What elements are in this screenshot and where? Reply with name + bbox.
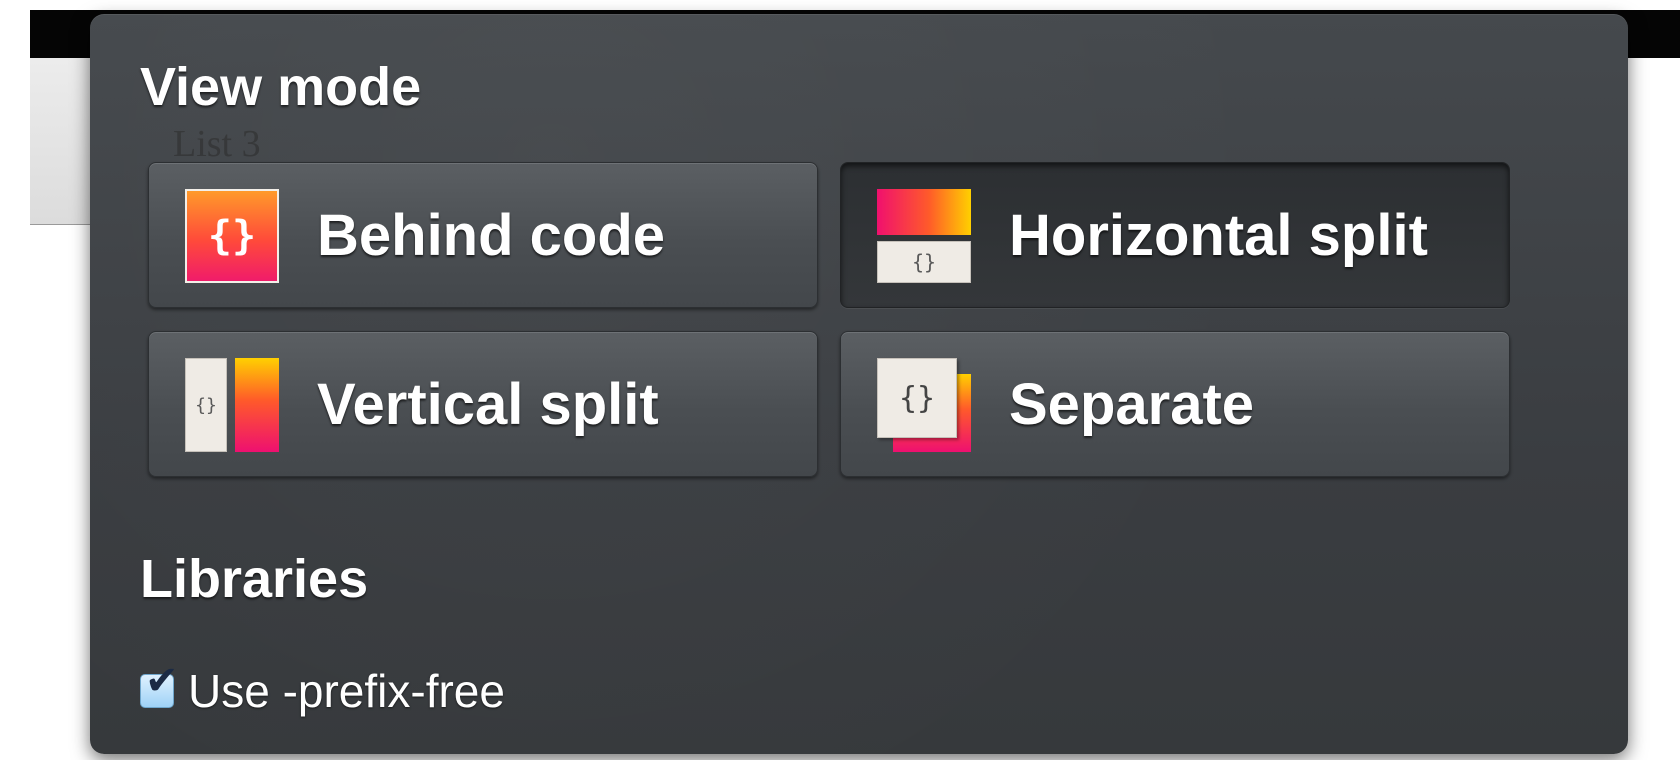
screen: List 3 View mode {} Behind code {} Horiz…	[0, 0, 1680, 760]
horizontal-split-label: Horizontal split	[1009, 203, 1428, 268]
result-pane-shape	[235, 358, 279, 452]
prefix-free-option: ✔ Use -prefix-free	[140, 661, 505, 720]
separate-label: Separate	[1009, 372, 1255, 437]
vertical-split-icon: {}	[185, 358, 279, 452]
background-list-item: List 3	[173, 123, 261, 165]
prefix-free-checkbox[interactable]: ✔	[140, 661, 179, 708]
braces-glyph: {}	[877, 241, 971, 283]
checkmark-icon: ✔	[145, 658, 179, 704]
result-pane-shape	[877, 189, 971, 235]
vertical-split-label: Vertical split	[317, 372, 659, 437]
separate-icon: {}	[877, 358, 971, 452]
prefix-free-label[interactable]: Use -prefix-free	[188, 664, 505, 718]
horizontal-split-button[interactable]: {} Horizontal split	[840, 162, 1510, 308]
horizontal-split-icon: {}	[877, 189, 971, 283]
view-mode-heading: View mode	[140, 57, 422, 117]
settings-popup: View mode {} Behind code {} Horizontal s…	[90, 14, 1628, 754]
behind-code-icon: {}	[185, 189, 279, 283]
braces-glyph: {}	[185, 358, 227, 452]
braces-glyph: {}	[877, 358, 957, 438]
vertical-split-button[interactable]: {} Vertical split	[148, 331, 818, 477]
libraries-heading: Libraries	[140, 549, 369, 609]
braces-glyph: {}	[185, 189, 279, 283]
behind-code-label: Behind code	[317, 203, 666, 268]
behind-code-button[interactable]: {} Behind code	[148, 162, 818, 308]
separate-button[interactable]: {} Separate	[840, 331, 1510, 477]
